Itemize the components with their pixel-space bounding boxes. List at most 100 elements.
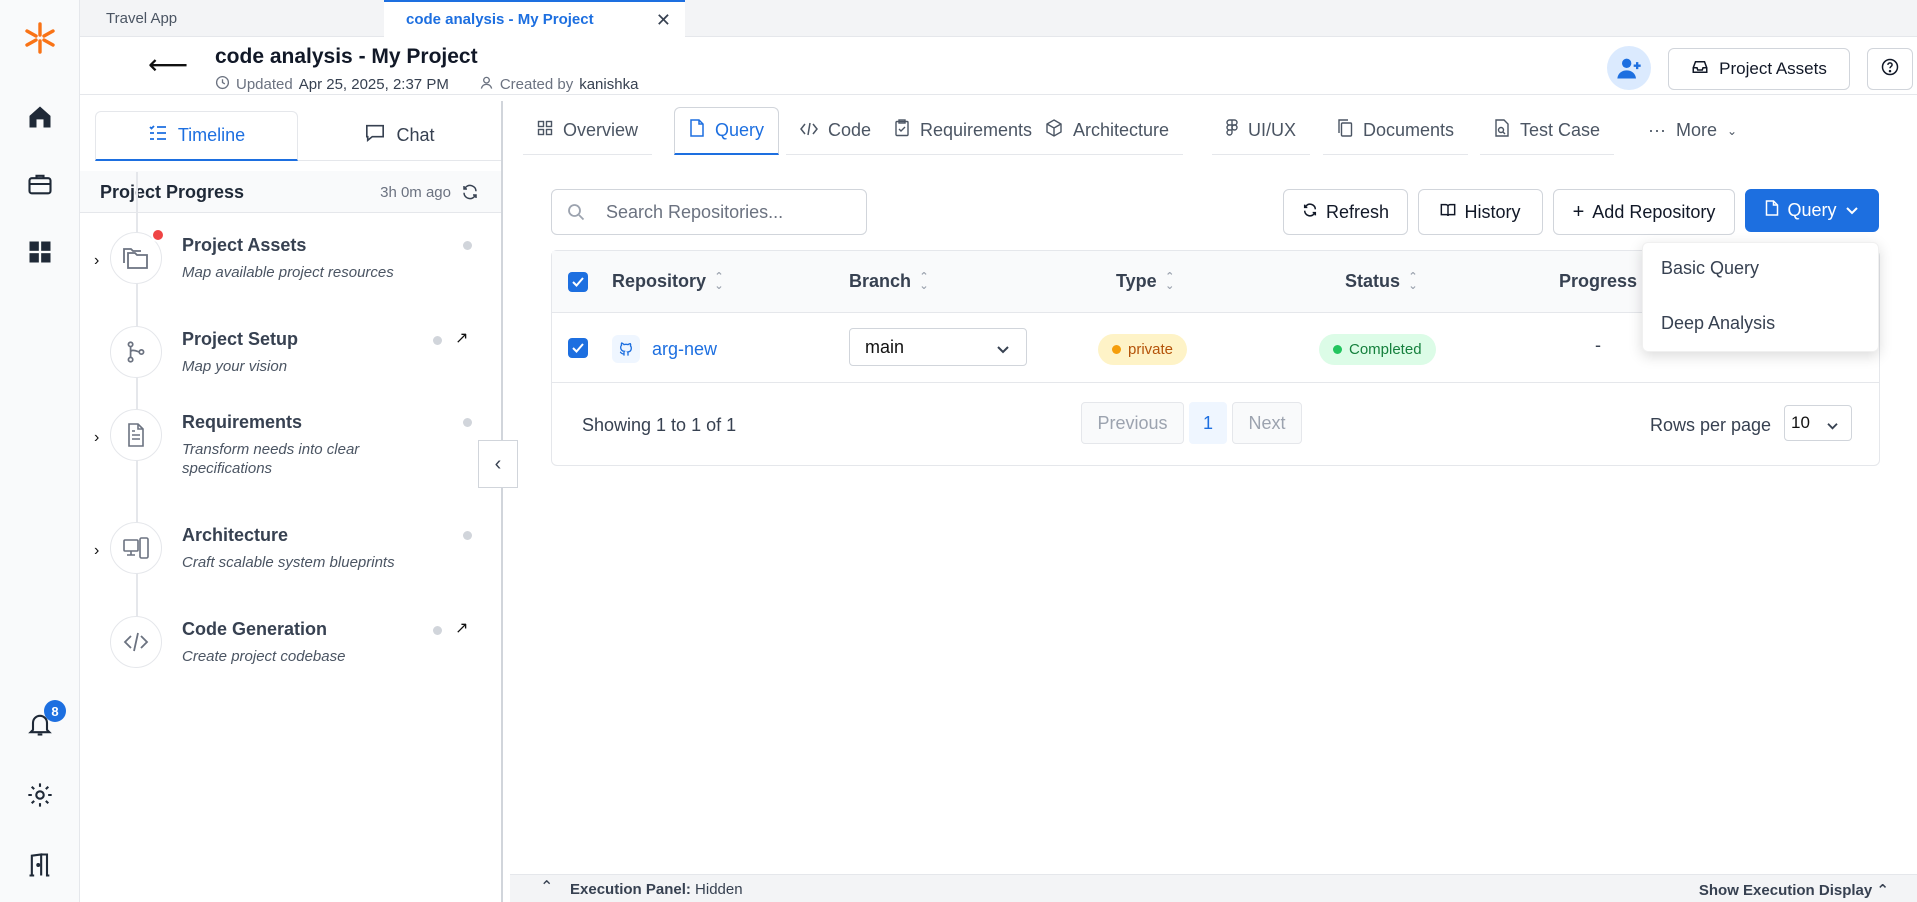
sort-icon: ⌃ ⌄ bbox=[919, 270, 929, 292]
show-execution-display-label: Show Execution Display bbox=[1698, 882, 1873, 899]
menu-item-deep-analysis[interactable]: Deep Analysis bbox=[1661, 313, 1775, 334]
exit-icon[interactable] bbox=[22, 847, 58, 883]
refresh-icon[interactable] bbox=[461, 183, 479, 206]
panel-tabs: Timeline Chat bbox=[95, 111, 501, 161]
tab-label: Timeline bbox=[177, 125, 246, 145]
home-icon[interactable] bbox=[22, 99, 58, 135]
tab-code[interactable]: Code bbox=[786, 107, 886, 155]
branch-value: main bbox=[865, 336, 905, 357]
column-type[interactable]: Type ⌃ ⌄ bbox=[1116, 271, 1175, 292]
branch-select[interactable]: main bbox=[849, 328, 1027, 366]
back-arrow-icon[interactable]: ⟵ bbox=[148, 51, 188, 83]
page-1-button[interactable]: 1 bbox=[1189, 402, 1227, 444]
execution-panel-bar: ⌃ Execution Panel: Hidden Show Execution… bbox=[510, 874, 1917, 902]
row-checkbox[interactable] bbox=[568, 338, 588, 358]
tab-label: Overview bbox=[563, 120, 639, 140]
chevron-down-icon bbox=[996, 339, 1010, 360]
project-header: ⟵ code analysis - My Project Updated Apr… bbox=[80, 37, 1917, 95]
refresh-button[interactable]: Refresh bbox=[1283, 189, 1408, 235]
tab-architecture[interactable]: Architecture bbox=[1031, 107, 1184, 155]
close-icon[interactable]: ✕ bbox=[656, 10, 671, 31]
repository-link[interactable]: arg-new bbox=[612, 335, 717, 363]
gear-icon[interactable] bbox=[22, 777, 58, 813]
step-name: Requirements bbox=[182, 412, 303, 432]
previous-label: Previous bbox=[1097, 412, 1168, 433]
history-label: History bbox=[1464, 201, 1521, 222]
github-icon bbox=[612, 335, 640, 363]
tab-label: Code bbox=[828, 120, 872, 140]
select-all-checkbox[interactable] bbox=[568, 272, 588, 292]
tab-label: Documents bbox=[1363, 120, 1455, 140]
sort-icon: ⌃ ⌄ bbox=[714, 270, 724, 292]
page-title: code analysis - My Project bbox=[215, 45, 478, 68]
tab-test-case[interactable]: Test Case bbox=[1480, 107, 1615, 155]
step-name: Architecture bbox=[182, 525, 289, 545]
tab-query[interactable]: Query bbox=[674, 107, 780, 155]
rows-per-page-select[interactable]: 10 bbox=[1784, 405, 1852, 441]
app-root: 8 Travel App code analysis - My Project … bbox=[0, 0, 1917, 902]
tab-label: UI/UX bbox=[1248, 120, 1297, 140]
status-dot bbox=[433, 626, 442, 635]
grid-icon[interactable] bbox=[22, 234, 58, 270]
query-label: Query bbox=[1787, 200, 1837, 220]
next-label: Next bbox=[1248, 412, 1286, 433]
browser-tab-code-analysis[interactable]: code analysis - My Project ✕ bbox=[384, 0, 685, 37]
tab-documents[interactable]: Documents bbox=[1323, 107, 1469, 155]
created-label: Created by bbox=[499, 76, 574, 93]
column-repository[interactable]: Repository ⌃ ⌄ bbox=[612, 271, 724, 292]
step-name: Project Assets bbox=[182, 235, 307, 255]
menu-item-basic-query[interactable]: Basic Query bbox=[1661, 258, 1759, 279]
project-meta: Updated Apr 25, 2025, 2:37 PM Created by… bbox=[215, 75, 638, 94]
add-user-button[interactable] bbox=[1607, 46, 1651, 90]
help-button[interactable] bbox=[1867, 48, 1913, 90]
user-icon bbox=[479, 75, 494, 94]
tab-timeline[interactable]: Timeline bbox=[95, 111, 298, 161]
tab-more[interactable]: ··· More ⌄ bbox=[1634, 107, 1751, 155]
tab-overview[interactable]: Overview bbox=[523, 107, 653, 155]
chevron-right-icon[interactable]: › bbox=[94, 429, 99, 447]
notification-badge: 8 bbox=[44, 700, 66, 722]
add-repository-button[interactable]: + Add Repository bbox=[1553, 189, 1735, 235]
tab-chat[interactable]: Chat bbox=[298, 111, 501, 161]
briefcase-icon[interactable] bbox=[22, 166, 58, 202]
progress-title: Project Progress bbox=[100, 182, 245, 202]
external-link-icon[interactable]: ↗ bbox=[455, 618, 468, 638]
next-button[interactable]: Next bbox=[1232, 402, 1302, 444]
tab-uiux[interactable]: UI/UX bbox=[1212, 107, 1311, 155]
query-button[interactable]: Query bbox=[1745, 189, 1879, 232]
external-link-icon[interactable]: ↗ bbox=[455, 328, 468, 348]
ellipsis-icon: ··· bbox=[1648, 120, 1666, 140]
tab-strip: Travel App code analysis - My Project ✕ bbox=[80, 0, 1917, 37]
column-label: Type bbox=[1116, 271, 1157, 291]
copy-icon bbox=[1337, 119, 1353, 142]
search-icon bbox=[567, 203, 585, 226]
type-value: private bbox=[1128, 341, 1174, 358]
tab-requirements[interactable]: Requirements bbox=[880, 107, 1047, 155]
nav-rail: 8 bbox=[0, 0, 80, 902]
browser-tab-travel-app[interactable]: Travel App bbox=[80, 0, 384, 37]
updated-value: Apr 25, 2025, 2:37 PM bbox=[298, 76, 449, 93]
devices-icon bbox=[110, 522, 162, 574]
chevron-up-icon[interactable]: ⌃ bbox=[540, 877, 553, 897]
search-input[interactable]: Search Repositories... bbox=[551, 189, 867, 235]
column-label: Branch bbox=[849, 271, 912, 291]
tab-label: Architecture bbox=[1073, 120, 1170, 140]
column-label: Progress bbox=[1559, 271, 1638, 291]
chevron-up-icon: ⌃ bbox=[1876, 882, 1889, 899]
add-repository-label: Add Repository bbox=[1592, 201, 1716, 222]
previous-button[interactable]: Previous bbox=[1081, 402, 1184, 444]
status-dot bbox=[433, 336, 442, 345]
file-icon bbox=[689, 119, 705, 142]
show-execution-display-button[interactable]: Show Execution Display ⌃ bbox=[1699, 881, 1889, 899]
help-icon bbox=[1880, 57, 1900, 82]
execution-panel-value: Hidden bbox=[695, 881, 743, 898]
chevron-right-icon[interactable]: › bbox=[94, 252, 99, 270]
collapse-panel-button[interactable]: ‹ bbox=[478, 440, 518, 488]
chevron-right-icon[interactable]: › bbox=[94, 542, 99, 560]
project-assets-button[interactable]: Project Assets bbox=[1668, 48, 1850, 90]
tab-label: Requirements bbox=[920, 120, 1033, 140]
history-button[interactable]: History bbox=[1418, 189, 1543, 235]
logo-icon[interactable] bbox=[22, 20, 58, 56]
column-branch[interactable]: Branch ⌃ ⌄ bbox=[849, 271, 929, 292]
column-status[interactable]: Status ⌃ ⌄ bbox=[1345, 271, 1418, 292]
